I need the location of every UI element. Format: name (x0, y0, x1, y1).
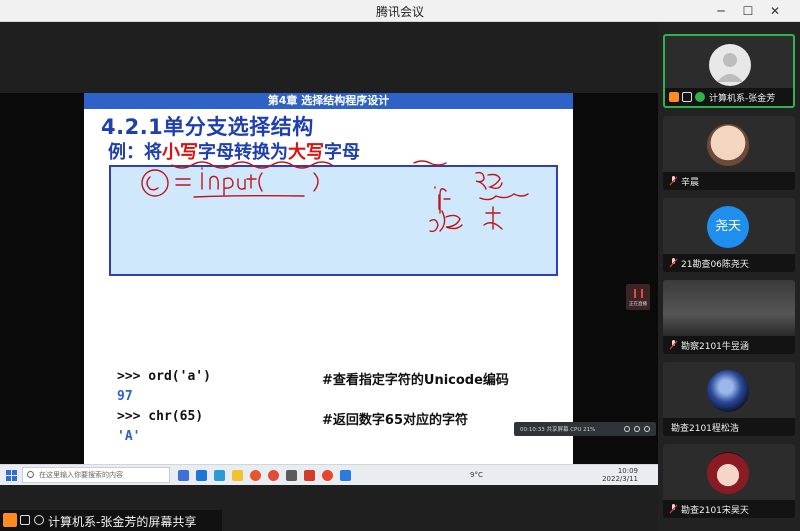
mic-muted-icon (669, 340, 678, 350)
title-bar: 腾讯会议 ─ ☐ ✕ (0, 0, 800, 22)
share-status-toolbar[interactable]: 00:10:33 共享屏幕 CPU 21% (514, 422, 656, 436)
app-icon[interactable] (286, 470, 297, 481)
participant-name: 辛晨 (681, 178, 700, 188)
powerpoint-icon[interactable] (304, 470, 315, 481)
participant-name: 21勘查06陈尧天 (681, 260, 749, 270)
taskbar-search-input[interactable]: 在这里输入你要搜索的内容 (22, 467, 170, 483)
host-icon (669, 92, 679, 102)
live-badge-label: 正在直播 (629, 302, 647, 307)
mail-icon[interactable] (214, 470, 225, 481)
stop-icon[interactable] (644, 426, 650, 432)
space-photo-avatar (707, 370, 749, 412)
taskbar-clock[interactable]: 10:09 2022/3/11 (598, 467, 638, 483)
participant-name: 计算机系-张金芳 (709, 94, 776, 104)
participant-tile[interactable]: 辛晨 (663, 116, 795, 190)
search-icon (27, 471, 34, 478)
text-avatar: 尧天 (707, 206, 749, 248)
chrome-icon[interactable] (268, 470, 279, 481)
pause-icon[interactable] (634, 426, 640, 432)
mic-muted-icon (669, 504, 678, 514)
meeting-app: 腾讯会议 ─ ☐ ✕ 第4章 选择结构程序设计 4.2.1单分支选择结构 例：将… (0, 0, 800, 531)
screen-share-icon (682, 92, 692, 102)
code-output: 'A' (117, 429, 141, 444)
handwriting-annotation (141, 160, 529, 233)
code-text: >>> ord('a') (117, 369, 211, 384)
participant-namebar: 计算机系-张金芳 (665, 88, 793, 106)
share-status-text: 00:10:33 共享屏幕 CPU 21% (520, 427, 596, 433)
participant-namebar: 勘查2101宋昊天 (663, 500, 795, 518)
participant-tile[interactable]: 勘察2101牛昱涵 (663, 280, 795, 354)
person-placeholder-icon (709, 44, 751, 86)
presenter-avatar-icon (3, 513, 17, 527)
weather-tray[interactable]: 9°C (470, 471, 483, 479)
participant-name: 勘察2101牛昱涵 (681, 342, 749, 352)
code-comment: #查看指定字符的Unicode编码 (322, 373, 509, 388)
participant-tile[interactable]: 计算机系-张金芳 (663, 34, 795, 108)
mic-on-icon (695, 92, 705, 102)
participant-name: 勘查2101宋昊天 (681, 506, 749, 516)
windows-start-icon[interactable] (6, 470, 17, 481)
mic-muted-icon (669, 176, 678, 186)
window-title: 腾讯会议 (375, 5, 424, 19)
live-streaming-badge[interactable]: 正在直播 (626, 284, 650, 310)
mic-muted-icon (669, 258, 678, 268)
participant-namebar: 21勘查06陈尧天 (663, 254, 795, 272)
search-placeholder: 在这里输入你要搜索的内容 (39, 471, 123, 479)
maximize-button[interactable]: ☐ (739, 2, 757, 20)
screen-share-bar: 计算机系-张金芳的屏幕共享 (0, 510, 222, 531)
edge-browser-icon[interactable] (196, 470, 207, 481)
shared-screen-stage: 第4章 选择结构程序设计 4.2.1单分支选择结构 例：将小写字母转换为大写字母 (0, 22, 658, 531)
live-icon (634, 289, 643, 298)
camera-video-feed (663, 280, 795, 336)
participant-namebar: 勘察2101牛昱涵 (663, 336, 795, 354)
minimize-button[interactable]: ─ (712, 2, 730, 20)
task-view-icon[interactable] (178, 470, 189, 481)
code-output: 97 (117, 389, 133, 404)
mic-icon[interactable] (624, 426, 630, 432)
participant-namebar: 勘查2101程松浩 (663, 418, 795, 436)
mic-icon (34, 515, 44, 525)
participant-tile[interactable]: 勘查2101程松浩 (663, 362, 795, 436)
presentation-slide: 第4章 选择结构程序设计 4.2.1单分支选择结构 例：将小写字母转换为大写字母 (84, 93, 573, 464)
firefox-icon[interactable] (250, 470, 261, 481)
meeting-app-icon[interactable] (340, 470, 351, 481)
baby-photo-avatar (707, 124, 749, 166)
anime-photo-avatar (707, 452, 749, 494)
participant-tile[interactable]: 勘查2101宋昊天 (663, 444, 795, 518)
code-text: >>> chr(65) (117, 409, 204, 424)
app-icon[interactable] (322, 470, 333, 481)
participant-namebar: 辛晨 (663, 172, 795, 190)
shared-taskbar: 在这里输入你要搜索的内容 9°C 10:09 2022/3/11 (0, 464, 658, 485)
screen-share-label: 计算机系-张金芳的屏幕共享 (48, 515, 197, 529)
code-comment: #返回数字65对应的字符 (322, 413, 468, 428)
clock-time: 10:09 (617, 467, 638, 475)
screen-share-icon (20, 515, 30, 525)
participant-name: 勘查2101程松浩 (671, 424, 739, 434)
close-button[interactable]: ✕ (766, 2, 784, 20)
participant-tile[interactable]: 尧天 21勘查06陈尧天 (663, 198, 795, 272)
participant-list: 计算机系-张金芳 辛晨 尧天 21勘查06陈尧天 勘察2101牛昱涵 勘查210… (658, 22, 800, 531)
file-explorer-icon[interactable] (232, 470, 243, 481)
clock-date: 2022/3/11 (602, 475, 638, 483)
